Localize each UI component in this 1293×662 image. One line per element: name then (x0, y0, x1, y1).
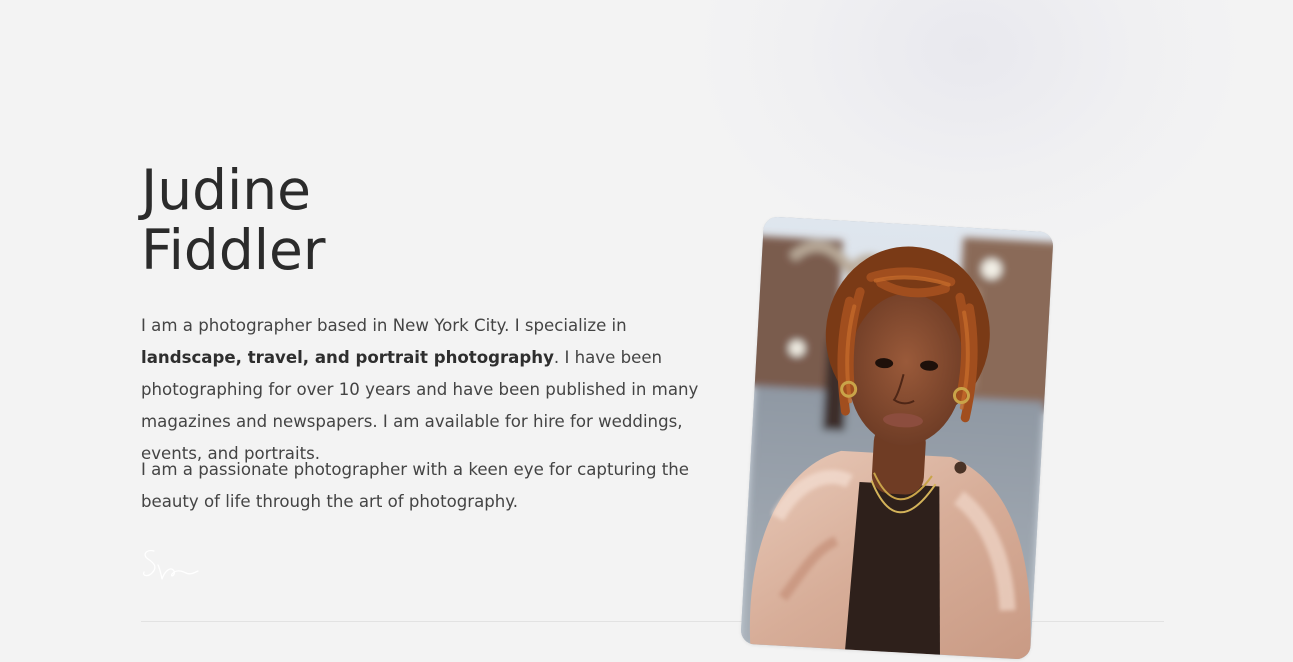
first-name: Judine (141, 158, 311, 222)
bio-paragraph-second: I am a passionate photographer with a ke… (141, 460, 689, 511)
about-section: Judine Fiddler I am a photographer based… (0, 0, 1293, 662)
bio-intro: I am a photographer based in New York Ci… (141, 316, 627, 335)
signature-icon (142, 549, 199, 580)
bio-specialties: landscape, travel, and portrait photogra… (141, 348, 554, 367)
portrait-photo (740, 216, 1054, 660)
bio-paragraph: I am a photographer based in New York Ci… (141, 310, 721, 470)
last-name: Fiddler (141, 218, 326, 282)
photographer-name: Judine Fiddler (141, 160, 325, 280)
portrait-image (740, 216, 1054, 660)
